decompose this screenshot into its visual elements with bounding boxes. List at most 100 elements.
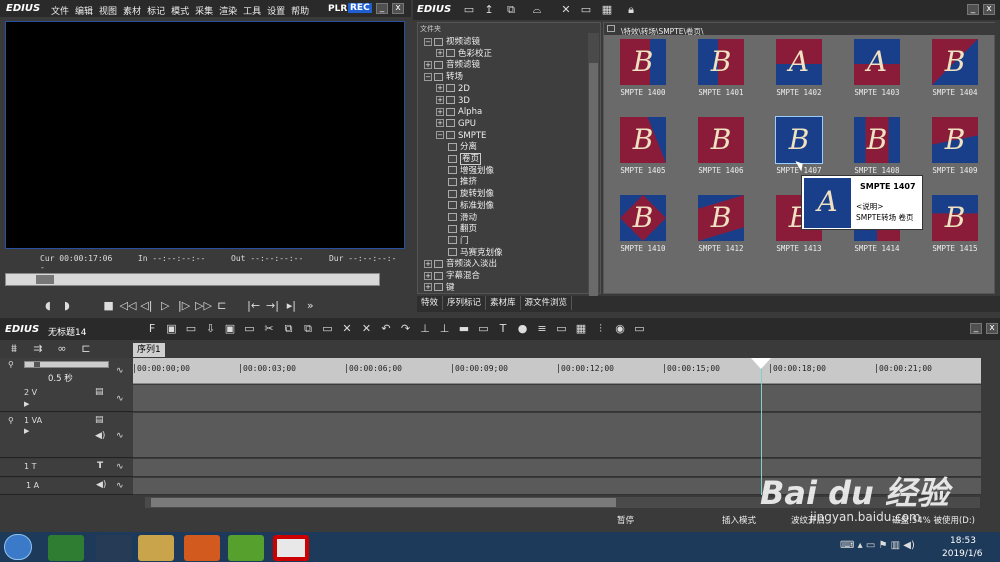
keyboard-icon[interactable]: ⌨ [840,540,854,551]
step-back-icon[interactable]: ◁| [138,299,154,313]
tree-expander-icon[interactable]: + [436,107,444,116]
delete-clip-icon[interactable]: ✕ [339,322,355,336]
step-forward-icon[interactable]: |▷ [176,299,192,313]
stop-icon[interactable]: ■ [101,299,117,313]
tree-item[interactable]: + 音频淡入淡出 [424,259,497,270]
track-va-audio-icon[interactable]: ◀) [95,431,105,441]
track-1va[interactable] [133,413,981,458]
open-icon[interactable]: ▭ [183,322,199,336]
rewind-icon[interactable]: ◁◁ [120,299,137,313]
title-track-icon[interactable]: T [97,461,103,471]
mode-icon[interactable]: ▭ [476,322,492,336]
tree-expander-icon[interactable]: + [436,49,444,58]
trim-icon[interactable]: ▸| [283,299,299,313]
layout-icon[interactable]: ▭ [632,322,648,336]
menu-marker[interactable]: 标记 [147,7,165,17]
timeline-scroll-thumb[interactable] [151,498,616,507]
save-icon[interactable]: ▣ [222,322,238,336]
tree-item[interactable]: 滑动 [448,213,477,224]
tree-item[interactable]: + GPU [436,119,476,130]
minimize-button[interactable]: _ [376,3,388,14]
tree-item[interactable]: +3D [436,96,470,107]
split-icon[interactable]: ⊥ [437,322,453,336]
tree-item[interactable]: 卷页 [448,153,482,165]
view-icon[interactable]: ▦ [599,3,615,17]
taskbar-app-1-icon[interactable] [48,535,84,561]
tree-expander-icon[interactable]: − [424,72,432,81]
tree-item[interactable]: 翻页 [448,224,477,235]
tab-clip-library[interactable]: 素材库 [486,296,521,310]
zoom-label[interactable]: 0.5 秒 [48,372,73,384]
tab-source-browser[interactable]: 源文件浏览 [521,296,573,310]
effect-thumbnail[interactable]: B SMPTE 1401 [682,39,760,117]
close-button[interactable]: x [392,3,404,14]
tree-item[interactable]: + 色彩校正 [436,49,492,60]
effect-thumbnail[interactable]: B SMPTE 1405 [604,117,682,195]
tree-item[interactable]: +2D [436,84,470,95]
delete-icon[interactable]: ✕ [558,3,574,17]
tree-expander-icon[interactable]: + [424,283,432,292]
track-tool-icon-4[interactable]: ⊏ [78,342,94,356]
tab-effects[interactable]: 特效 [417,296,444,310]
track-video-icon[interactable]: ▤ [95,387,104,397]
copy-clip-icon[interactable]: ⧉ [281,322,297,336]
player-scrub-track[interactable] [5,273,380,286]
menu-view[interactable]: 视图 [99,7,117,17]
sequence-settings-icon[interactable]: ▭ [242,322,258,336]
redo-icon[interactable]: ↷ [398,322,414,336]
menu-capture[interactable]: 采集 [195,7,213,17]
ripple-delete-icon[interactable]: ✕ [359,322,375,336]
replace-icon[interactable]: ▭ [320,322,336,336]
tree-expander-icon[interactable]: + [424,60,432,69]
timeline-close[interactable]: x [986,323,998,334]
effect-thumbnail[interactable]: B SMPTE 1406 [682,117,760,195]
menu-help[interactable]: 帮助 [291,7,309,17]
tab-sequence-markers[interactable]: 序列标记 [443,296,487,310]
flag-icon[interactable]: ⚑ [878,540,887,551]
effect-thumbnail[interactable]: B SMPTE 1409 [916,117,994,195]
timeline-ruler[interactable]: 00:00:00;00 00:00:03;00 00:00:06;00 00:00:0… [133,358,981,384]
network-icon[interactable]: ▥ [891,540,900,551]
adjust-icon[interactable]: ⫶ [593,322,609,336]
effect-thumbnail[interactable]: B SMPTE 1412 [682,195,760,273]
menu-tools[interactable]: 工具 [243,7,261,17]
taskbar-explorer-icon[interactable] [138,535,174,561]
tree-expander-icon[interactable]: + [436,84,444,93]
zoom-slider[interactable] [24,361,109,368]
voice-over-icon[interactable]: ● [515,322,531,336]
title-icon[interactable]: T [495,322,511,336]
clock-date[interactable]: 2019/1/6 [942,549,982,559]
import-icon[interactable]: ⇩ [203,322,219,336]
track-eye-icon[interactable]: ⚲ [8,416,14,425]
zoom-lock-icon[interactable]: ⚲ [8,360,14,369]
menu-clip[interactable]: 素材 [123,7,141,17]
tree-scroll-thumb[interactable] [589,63,598,298]
usb-icon[interactable]: ▭ [866,540,875,551]
track-tool-icon-1[interactable]: ⩩ [6,342,22,356]
track-va-video-icon[interactable]: ▤ [95,415,104,425]
taskbar-record-icon[interactable] [273,535,309,561]
cut-icon[interactable]: ✂ [261,322,277,336]
fast-forward-icon[interactable]: ▷▷ [195,299,212,313]
tree-item[interactable]: + 字幕混合 [424,271,480,282]
track-va-expand-icon[interactable]: ▶ [24,427,29,435]
insert-icon[interactable]: |← [246,299,262,313]
menu-mode[interactable]: 模式 [171,7,189,17]
effects-minimize[interactable]: _ [967,4,979,15]
start-button[interactable] [4,534,32,560]
lock-icon[interactable]: 🔒︎ [623,3,639,17]
tree-item[interactable]: 旋转划像 [448,189,494,200]
menu-file[interactable]: 文件 [51,7,69,17]
tree-expander-icon[interactable]: + [424,259,432,268]
effect-thumbnail[interactable]: B SMPTE 1410 [604,195,682,273]
up-folder-icon[interactable]: ↥ [481,3,497,17]
render-icon[interactable]: ◉ [612,322,628,336]
effect-thumbnail[interactable]: B SMPTE 1404 [916,39,994,117]
taskbar-edius-icon[interactable] [228,535,264,561]
tree-item[interactable]: − 转场 [424,72,463,83]
tree-item[interactable]: + 音频滤镜 [424,60,480,71]
track-expand-icon[interactable]: ▶ [24,400,29,408]
clock-time[interactable]: 18:53 [950,536,976,546]
effect-thumbnail[interactable]: B SMPTE 1415 [916,195,994,273]
menu-render[interactable]: 渲染 [219,7,237,17]
